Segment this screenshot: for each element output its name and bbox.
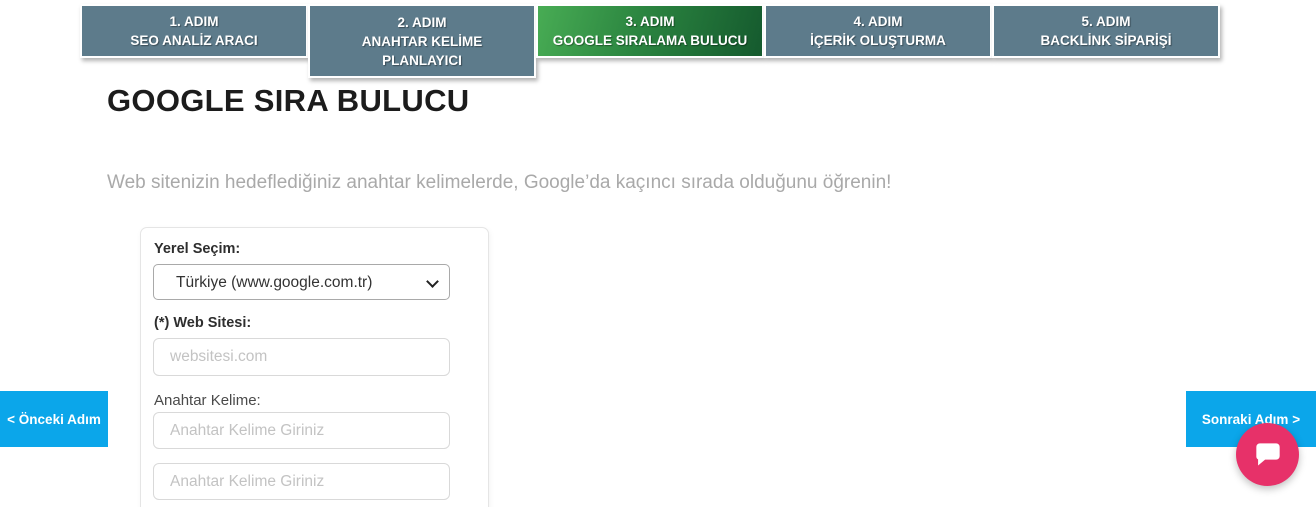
- page-subtitle: Web sitenizin hedeflediğiniz anahtar kel…: [107, 172, 892, 193]
- tab-step-2-anahtar-kelime[interactable]: 2. ADIM ANAHTAR KELİME PLANLAYICI: [308, 4, 536, 78]
- rank-finder-form-card: Yerel Seçim: Türkiye (www.google.com.tr)…: [140, 227, 489, 507]
- chat-widget-button[interactable]: [1236, 423, 1299, 486]
- tab-step-3-google-siralama[interactable]: 3. ADIM GOOGLE SIRALAMA BULUCU: [536, 4, 764, 58]
- keyword-input-2[interactable]: [153, 463, 450, 500]
- tab-step-5-backlink-siparisi[interactable]: 5. ADIM BACKLİNK SİPARİŞİ: [992, 4, 1220, 58]
- step-tabbar: 1. ADIM SEO ANALİZ ARACI 2. ADIM ANAHTAR…: [80, 4, 1220, 78]
- step-label: SEO ANALİZ ARACI: [130, 33, 258, 48]
- step-label: ANAHTAR KELİME PLANLAYICI: [361, 33, 483, 68]
- page: 1. ADIM SEO ANALİZ ARACI 2. ADIM ANAHTAR…: [0, 0, 1316, 507]
- step-number: 4. ADIM: [853, 14, 903, 29]
- tab-step-4-icerik-olusturma[interactable]: 4. ADIM İÇERİK OLUŞTURMA: [764, 4, 992, 58]
- country-select-wrap: Türkiye (www.google.com.tr): [153, 264, 450, 300]
- keyword-input-1[interactable]: [153, 412, 450, 449]
- step-number: 5. ADIM: [1081, 14, 1131, 29]
- country-select[interactable]: Türkiye (www.google.com.tr): [153, 264, 450, 300]
- step-number: 2. ADIM: [397, 14, 447, 30]
- website-field-label: (*) Web Sitesi:: [154, 315, 252, 331]
- tab-step-1-seo-analiz[interactable]: 1. ADIM SEO ANALİZ ARACI: [80, 4, 308, 58]
- step-label: İÇERİK OLUŞTURMA: [810, 33, 946, 48]
- step-label: BACKLİNK SİPARİŞİ: [1040, 33, 1172, 48]
- step-label: GOOGLE SIRALAMA BULUCU: [552, 33, 748, 48]
- local-select-label: Yerel Seçim:: [154, 241, 241, 257]
- previous-step-button[interactable]: < Önceki Adım: [0, 391, 108, 447]
- step-number: 3. ADIM: [625, 14, 675, 29]
- website-input[interactable]: [153, 338, 450, 376]
- step-number: 1. ADIM: [169, 14, 219, 29]
- page-title: GOOGLE SIRA BULUCU: [107, 83, 470, 118]
- keyword-field-label: Anahtar Kelime:: [154, 392, 261, 409]
- chat-bubble-icon: [1255, 442, 1280, 465]
